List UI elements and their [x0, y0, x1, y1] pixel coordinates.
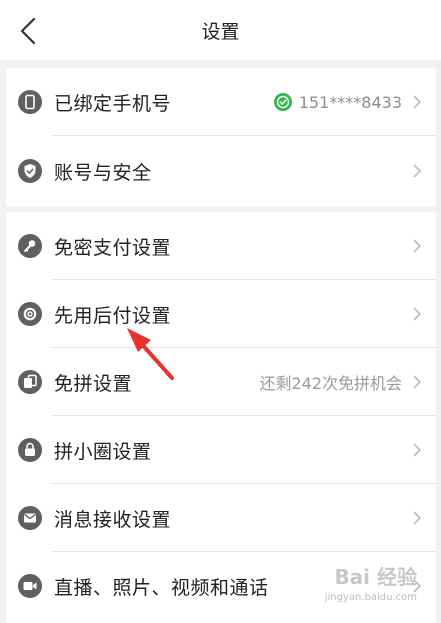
shield-icon [18, 159, 42, 183]
chevron-right-icon [413, 511, 422, 525]
settings-item-label: 免拼设置 [54, 372, 133, 395]
chevron-right-icon [413, 375, 422, 389]
top-bar: 设置 [0, 0, 441, 60]
watermark-sub: jingyan.baidu.com [324, 592, 417, 603]
video-camera-icon [18, 574, 42, 598]
settings-item-group-free[interactable]: 免拼设置 还剩242次免拼机会 [6, 348, 436, 416]
watermark: Bai 经验 jingyan.baidu.com [325, 561, 417, 603]
mail-icon [18, 506, 42, 530]
settings-item-label: 免密支付设置 [54, 236, 172, 259]
cards-icon [18, 370, 42, 394]
settings-item-password-free-pay[interactable]: 免密支付设置 [6, 212, 436, 280]
settings-item-label: 先用后付设置 [54, 304, 172, 327]
verified-check-icon [273, 93, 292, 111]
chevron-right-icon [413, 164, 422, 178]
chevron-right-icon [413, 95, 422, 109]
settings-item-label: 账号与安全 [54, 161, 152, 184]
settings-item-circle[interactable]: 拼小圈设置 [6, 416, 436, 484]
remaining-count-text: 还剩242次免拼机会 [259, 374, 402, 393]
settings-item-label: 消息接收设置 [54, 508, 172, 531]
settings-item-label: 拼小圈设置 [54, 440, 152, 463]
chevron-right-icon [413, 239, 422, 253]
settings-item-label: 直播、照片、视频和通话 [54, 576, 269, 599]
watermark-text: Bai 经验 [334, 565, 417, 589]
settings-item-security[interactable]: 账号与安全 [6, 136, 436, 206]
account-group: 已绑定手机号 151****8433 账号与安全 [6, 68, 436, 206]
lock-icon [18, 438, 42, 462]
settings-item-label: 已绑定手机号 [54, 92, 172, 115]
settings-item-notifications[interactable]: 消息接收设置 [6, 484, 436, 552]
chevron-right-icon [413, 443, 422, 457]
page-title: 设置 [201, 21, 240, 43]
settings-item-pay-later[interactable]: 先用后付设置 [6, 280, 436, 348]
settings-item-phone[interactable]: 已绑定手机号 151****8433 [6, 68, 436, 136]
phone-value: 151****8433 [273, 92, 402, 112]
key-icon [18, 234, 42, 258]
phone-number: 151****8433 [298, 92, 402, 112]
badge-gear-icon [18, 302, 42, 326]
chevron-right-icon [413, 307, 422, 321]
phone-icon [18, 90, 42, 114]
